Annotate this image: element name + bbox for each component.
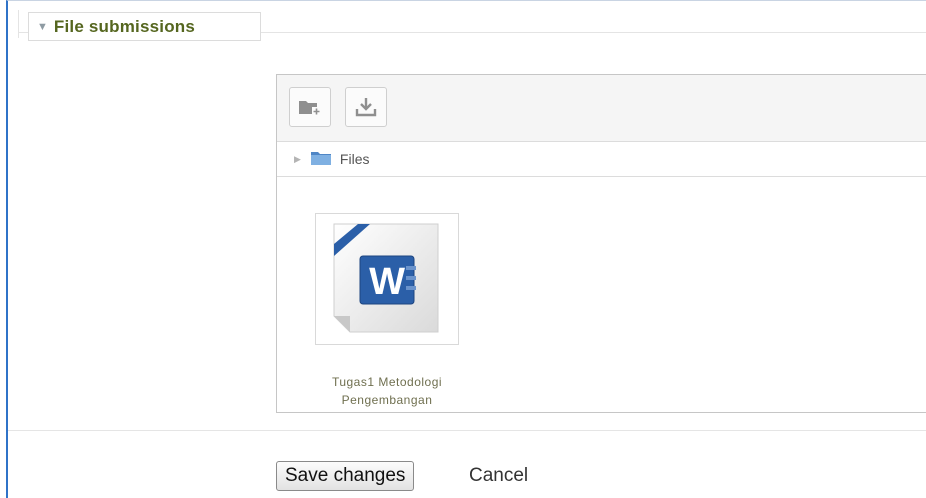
create-folder-button[interactable] [289,87,331,127]
file-manager: ▶ Files W Tugas1 Metodologi Pengembangan [276,74,926,413]
download-icon [355,98,377,117]
collapse-triangle-icon: ▼ [37,20,48,33]
new-folder-icon [299,101,321,116]
breadcrumb-files-link[interactable]: Files [340,151,370,167]
svg-text:W: W [369,261,405,303]
file-submissions-toggle[interactable]: ▼ File submissions [28,12,261,41]
file-manager-toolbar [277,75,926,142]
folder-icon [310,150,332,169]
save-changes-button[interactable]: Save changes [276,461,415,491]
download-button[interactable] [345,87,387,127]
expand-arrow-icon[interactable]: ▶ [294,154,301,165]
word-document-icon: W [333,223,439,333]
breadcrumb: ▶ Files [277,142,926,177]
file-thumbnail[interactable]: W [315,213,459,345]
cancel-button[interactable]: Cancel [469,465,528,487]
divider [8,430,926,431]
fieldset-legend: File submissions [53,16,196,36]
fieldset-border-left [18,10,19,38]
file-name-label[interactable]: Tugas1 Metodologi Pengembangan [297,373,477,409]
